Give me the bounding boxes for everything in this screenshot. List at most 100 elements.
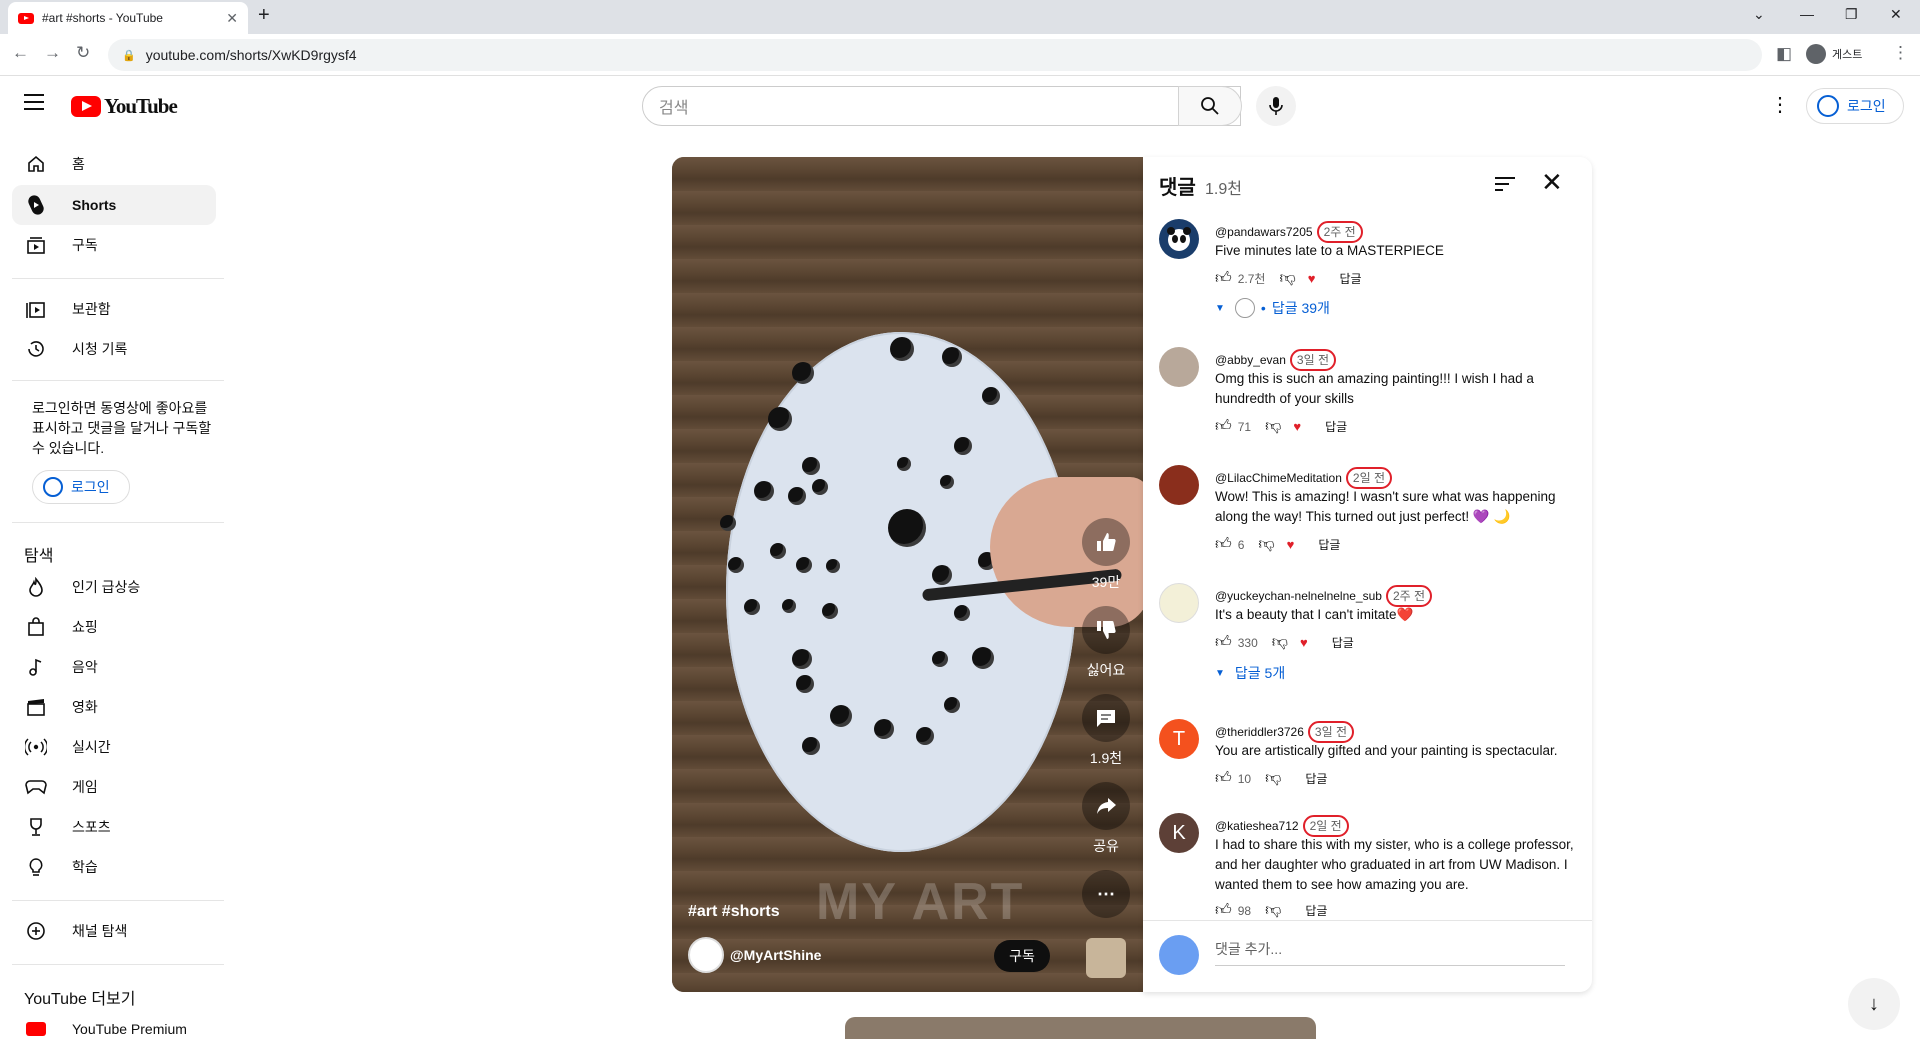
sound-thumbnail[interactable] [1086, 938, 1126, 978]
subscribe-button[interactable]: 구독 [994, 940, 1050, 972]
sidebar-item-shopping[interactable]: 쇼핑 [12, 607, 216, 647]
comment-author[interactable]: @pandawars7205 [1215, 225, 1313, 239]
comment-author[interactable]: @theriddler3726 [1215, 725, 1304, 739]
view-replies-button[interactable]: ▼ • 답글 39개 [1215, 298, 1330, 318]
comment-author[interactable]: @LilacChimeMeditation [1215, 471, 1342, 485]
sidebar-item-trending[interactable]: 인기 급상승 [12, 567, 216, 607]
like-button[interactable]: 39만 [1082, 518, 1130, 592]
commenter-avatar[interactable] [1159, 465, 1199, 505]
thumbs-up-icon[interactable]: 👍︎ [1215, 269, 1232, 288]
youtube-logo[interactable]: YouTube [71, 94, 178, 119]
dislike-button[interactable]: 싫어요 [1082, 606, 1130, 680]
voice-search-button[interactable] [1256, 86, 1296, 126]
sidebar-item-browse-channels[interactable]: 채널 탐색 [12, 911, 216, 951]
minimize-icon[interactable]: — [1800, 6, 1814, 22]
window-close-icon[interactable]: ✕ [1890, 6, 1902, 23]
paint-dot [802, 737, 820, 755]
sidebar-item-movies[interactable]: 영화 [12, 687, 216, 727]
shorts-video-player[interactable]: MY ART 39만 싫어요 1.9천 공유 ⋯ #art #shorts @M… [672, 157, 1143, 992]
commenter-avatar[interactable]: K [1159, 813, 1199, 853]
thumbs-down-icon[interactable]: 👎︎ [1272, 633, 1288, 652]
new-tab-icon[interactable]: + [258, 4, 270, 27]
reply-button[interactable]: 답글 [1305, 770, 1327, 787]
next-short-preview[interactable] [845, 1017, 1316, 1039]
commenter-avatar[interactable]: T [1159, 719, 1199, 759]
comment-author[interactable]: @yuckeychan-nelnelnelne_sub [1215, 589, 1382, 603]
channel-link[interactable]: @MyArtShine [688, 937, 821, 973]
commenter-avatar[interactable] [1159, 583, 1199, 623]
sidebar-item-music[interactable]: 음악 [12, 647, 216, 687]
view-replies-button[interactable]: ▼ 답글 5개 [1215, 663, 1285, 683]
comment-time[interactable]: 3일 전 [1289, 349, 1336, 371]
home-icon [24, 152, 48, 176]
login-button[interactable]: 로그인 [1806, 88, 1904, 124]
movie-icon [24, 695, 48, 719]
reply-button[interactable]: 답글 [1305, 902, 1327, 919]
thumbs-up-icon[interactable]: 👍︎ [1215, 417, 1232, 436]
search-button[interactable] [1178, 86, 1242, 126]
comment-time[interactable]: 2주 전 [1316, 221, 1363, 243]
thumbs-down-icon[interactable]: 👎︎ [1258, 535, 1274, 554]
tab-search-icon[interactable]: ⌄ [1753, 6, 1765, 23]
comment-time[interactable]: 2주 전 [1385, 585, 1433, 607]
sidebar-login-button[interactable]: 로그인 [32, 470, 130, 504]
sidebar-item-gaming[interactable]: 게임 [12, 767, 216, 807]
thumbs-down-icon[interactable]: 👎︎ [1265, 769, 1281, 788]
sidebar-item-history[interactable]: 시청 기록 [12, 329, 216, 369]
url-bar[interactable]: 🔒 youtube.com/shorts/XwKD9rgysf4 [108, 39, 1762, 71]
sidebar-item-live[interactable]: 실시간 [12, 727, 216, 767]
commenter-avatar[interactable] [1159, 219, 1199, 259]
side-panel-icon[interactable]: ◧ [1776, 44, 1792, 64]
profile-button[interactable]: 게스트 [1806, 41, 1862, 67]
close-panel-icon[interactable]: ✕ [1541, 167, 1563, 197]
sidebar-item-shorts[interactable]: Shorts [12, 185, 216, 225]
reply-button[interactable]: 답글 [1339, 270, 1361, 287]
reply-button[interactable]: 답글 [1325, 418, 1347, 435]
thumbs-up-icon[interactable]: 👍︎ [1215, 901, 1232, 920]
next-video-arrow-icon[interactable]: ↓ [1848, 978, 1900, 1030]
search-input[interactable]: 검색 [642, 86, 1241, 126]
video-hashtags[interactable]: #art #shorts [688, 903, 780, 921]
share-button[interactable]: 공유 [1082, 782, 1130, 856]
sidebar-item-learning[interactable]: 학습 [12, 847, 216, 887]
sidebar-item-label: Shorts [72, 197, 117, 213]
tab-close-icon[interactable]: ✕ [226, 10, 238, 27]
history-icon [24, 337, 48, 361]
sidebar-item-library[interactable]: 보관함 [12, 289, 216, 329]
reload-icon[interactable]: ↻ [76, 43, 90, 63]
paint-dot [812, 479, 828, 495]
thumbs-down-icon[interactable]: 👎︎ [1265, 901, 1281, 920]
comment-author[interactable]: @abby_evan [1215, 353, 1286, 367]
comments-button[interactable]: 1.9천 [1082, 694, 1130, 768]
browser-menu-icon[interactable]: ⋮ [1892, 43, 1909, 63]
thumbs-down-icon[interactable]: 👎︎ [1265, 417, 1281, 436]
comment-time[interactable]: 2일 전 [1345, 467, 1392, 489]
reply-button[interactable]: 답글 [1332, 634, 1354, 651]
browser-tab[interactable]: #art #shorts - YouTube ✕ [8, 2, 248, 34]
login-label: 로그인 [1847, 98, 1886, 114]
comment-time[interactable]: 2일 전 [1302, 815, 1349, 837]
sidebar-item-home[interactable]: 홈 [12, 144, 216, 184]
maximize-icon[interactable]: ❐ [1845, 6, 1858, 23]
sidebar-item-subscriptions[interactable]: 구독 [12, 225, 216, 265]
paint-dot [788, 487, 806, 505]
thumbs-up-icon[interactable]: 👍︎ [1215, 535, 1232, 554]
menu-icon[interactable] [24, 94, 44, 110]
forward-icon[interactable]: → [44, 43, 61, 63]
thumbs-up-icon[interactable]: 👍︎ [1215, 633, 1232, 652]
sidebar-item-sports[interactable]: 스포츠 [12, 807, 216, 847]
back-icon[interactable]: ← [12, 43, 29, 63]
sidebar-item-premium[interactable]: YouTube Premium [12, 1009, 216, 1049]
sort-comments-icon[interactable] [1495, 177, 1515, 193]
commenter-avatar[interactable] [1159, 347, 1199, 387]
comment-author[interactable]: @katieshea712 [1215, 819, 1299, 833]
add-comment-input[interactable]: 댓글 추가... [1215, 939, 1565, 966]
comments-count: 1.9천 [1205, 181, 1242, 198]
thumbs-up-icon[interactable]: 👍︎ [1215, 769, 1232, 788]
thumbs-down-icon[interactable]: 👎︎ [1279, 269, 1295, 288]
reply-button[interactable]: 답글 [1318, 536, 1340, 553]
comment-time[interactable]: 3일 전 [1307, 721, 1354, 743]
more-actions-button[interactable]: ⋯ [1082, 870, 1130, 924]
comment-text: Omg this is such an amazing painting!!! … [1215, 371, 1534, 406]
settings-menu-icon[interactable]: ⋮ [1770, 95, 1790, 115]
